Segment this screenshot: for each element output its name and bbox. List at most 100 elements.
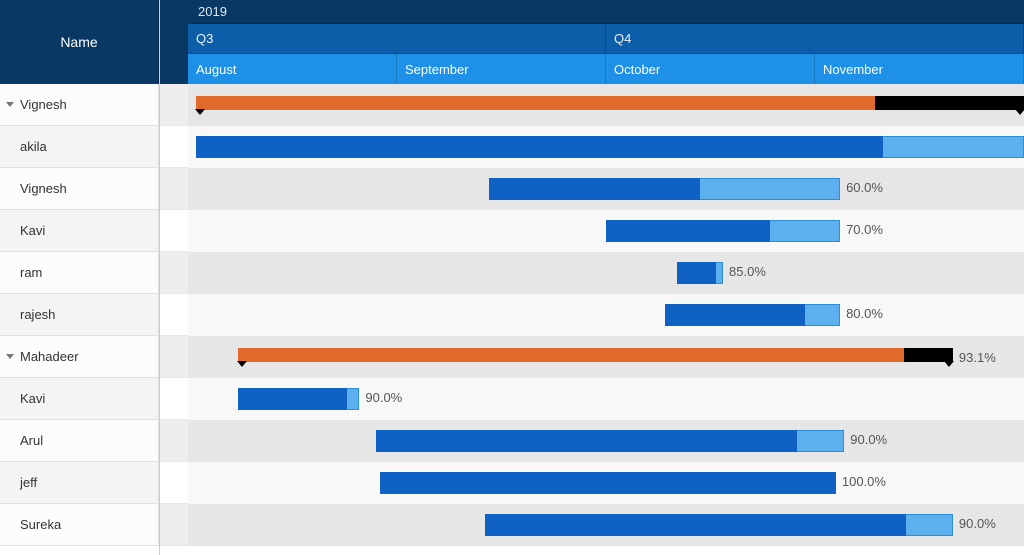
task-name-label: Mahadeer [20,349,79,364]
month-cell: November [815,54,1024,84]
month-cell: August [188,54,397,84]
quarter-label: Q4 [614,31,631,46]
month-label: September [405,62,469,77]
task-name-label: ram [20,265,42,280]
task-name-label: Kavi [20,223,45,238]
summary-bar-progress [238,348,903,362]
month-cell: September [397,54,606,84]
summary-end-marker-icon [1015,109,1024,115]
summary-bar[interactable]: 93.1% [238,348,953,362]
task-name-label: Arul [20,433,43,448]
task-bar[interactable] [196,136,1024,158]
progress-label: 100.0% [836,474,886,489]
task-name-cell[interactable]: Kavi [0,210,159,252]
month-cell: October [606,54,815,84]
task-bar[interactable]: 70.0% [606,220,840,242]
splitter-column[interactable] [160,0,188,555]
task-name-label: rajesh [20,307,55,322]
splitter-row [160,210,188,252]
timeline-row: 90.0% [188,378,1024,420]
task-name-cell[interactable]: Mahadeer [0,336,159,378]
timeline-row: 90.0% [188,420,1024,462]
splitter-row [160,378,188,420]
splitter-row [160,84,188,126]
timeline-year: 2019 [188,0,1024,24]
task-name-cell[interactable]: Vignesh [0,168,159,210]
timeline-row: 70.0% [188,210,1024,252]
task-name-cell[interactable]: Vignesh [0,84,159,126]
progress-label: 90.0% [359,390,402,405]
summary-bar-progress [196,96,875,110]
gantt-chart: Name Vignesh akila Vignesh Kavi ram rajesh Mah… [0,0,1024,555]
task-bar-progress [376,430,797,452]
timeline-row [188,84,1024,126]
task-bar[interactable]: 100.0% [380,472,836,494]
task-bar[interactable]: 85.0% [677,262,723,284]
quarter-cell: Q3 [188,24,606,54]
task-name-cell[interactable]: jeff [0,462,159,504]
task-bar-progress [665,304,805,326]
task-name-label: Vignesh [20,97,67,112]
name-column-header: Name [0,0,159,84]
timeline-row: 60.0% [188,168,1024,210]
task-name-cell[interactable]: Kavi [0,378,159,420]
task-bar[interactable]: 60.0% [489,178,840,200]
month-label: October [614,62,660,77]
timeline-row: 90.0% [188,504,1024,546]
task-bar-progress [677,262,716,284]
task-name-cell[interactable]: ram [0,252,159,294]
timeline-months: August September October November [188,54,1024,84]
task-bar[interactable]: 90.0% [376,430,844,452]
timeline-panel: 2019 Q3 Q4 August September October November… [188,0,1024,555]
task-bar-progress [485,514,906,536]
task-name-cell[interactable]: akila [0,126,159,168]
task-bar-progress [380,472,836,494]
timeline-row [188,126,1024,168]
task-bar[interactable]: 90.0% [485,514,953,536]
progress-label: 93.1% [953,350,996,365]
task-bar[interactable]: 90.0% [238,388,359,410]
summary-start-marker-icon [195,109,205,115]
task-name-label: Kavi [20,391,45,406]
year-label: 2019 [198,4,227,19]
task-bar-progress [606,220,770,242]
task-name-label: akila [20,139,47,154]
task-name-cell[interactable]: Arul [0,420,159,462]
month-label: August [196,62,236,77]
splitter-row [160,336,188,378]
quarter-cell: Q4 [606,24,1024,54]
task-bar-progress [196,136,883,158]
splitter-row [160,294,188,336]
task-name-cell[interactable]: rajesh [0,294,159,336]
task-name-label: jeff [20,475,37,490]
timeline-row: 93.1% [188,336,1024,378]
task-bar-progress [489,178,700,200]
timeline-quarters: Q3 Q4 [188,24,1024,54]
timeline-body: 60.0%70.0%85.0%80.0%93.1%90.0%90.0%100.0… [188,84,1024,546]
timeline-row: 80.0% [188,294,1024,336]
progress-label: 80.0% [840,306,883,321]
progress-label: 90.0% [844,432,887,447]
task-bar[interactable]: 80.0% [665,304,841,326]
splitter-row [160,252,188,294]
splitter-row [160,126,188,168]
name-list: Vignesh akila Vignesh Kavi ram rajesh Mahadeer… [0,84,159,546]
progress-label: 60.0% [840,180,883,195]
splitter-row [160,168,188,210]
progress-label: 85.0% [723,264,766,279]
name-header-label: Name [60,34,97,50]
splitter-row [160,504,188,546]
quarter-label: Q3 [196,31,213,46]
task-name-cell[interactable]: Sureka [0,504,159,546]
summary-bar[interactable] [196,96,1024,110]
splitter-row [160,420,188,462]
task-name-label: Vignesh [20,181,67,196]
progress-label: 90.0% [953,516,996,531]
timeline-row: 100.0% [188,462,1024,504]
timeline-header: 2019 Q3 Q4 August September October November [188,0,1024,84]
expand-caret-icon[interactable] [6,354,14,359]
name-column: Name Vignesh akila Vignesh Kavi ram rajesh Mah… [0,0,160,555]
expand-caret-icon[interactable] [6,102,14,107]
summary-start-marker-icon [237,361,247,367]
splitter-header [160,0,188,84]
